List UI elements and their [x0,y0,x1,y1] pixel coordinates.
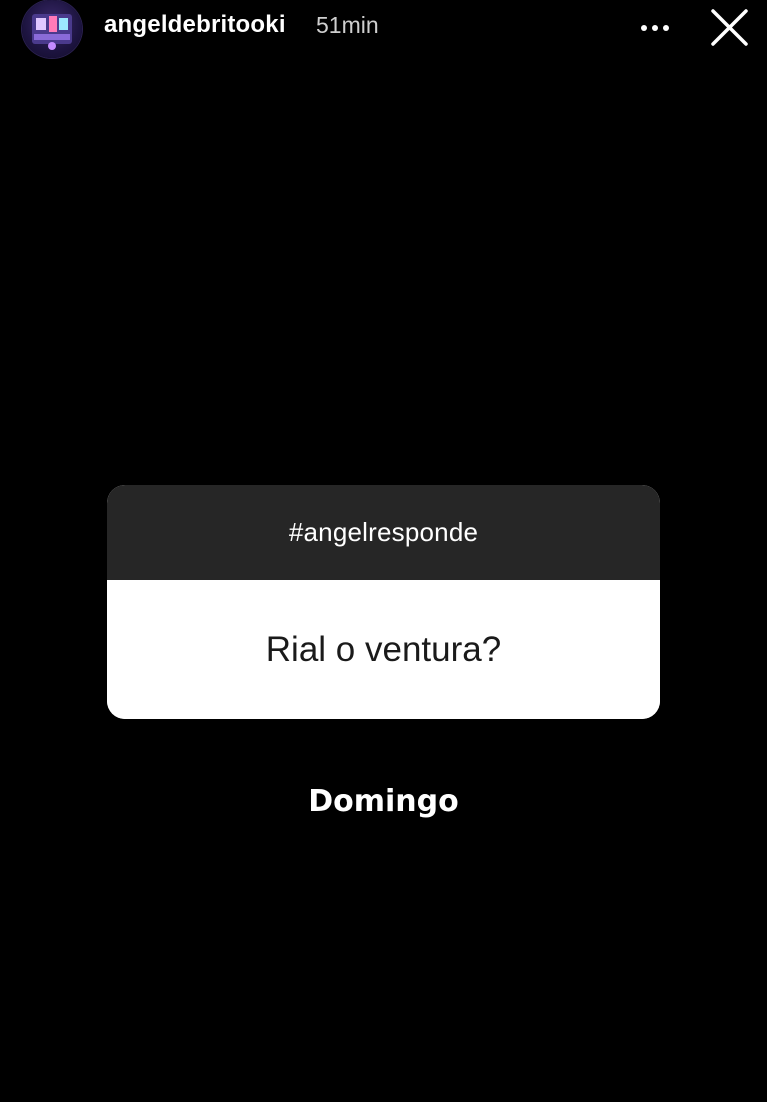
sticker-question: Rial o ventura? [265,629,502,669]
story-timestamp: 51min [316,12,379,38]
avatar-image-icon [32,14,72,50]
close-icon [711,9,748,46]
more-options-button[interactable] [634,8,678,48]
question-sticker: #angelresponde Rial o ventura? [107,485,660,719]
answer-text: Domingo [308,784,459,819]
sticker-header: #angelresponde [107,485,660,580]
close-button[interactable] [706,6,752,50]
more-options-icon [641,25,669,31]
sticker-prompt: #angelresponde [288,517,479,547]
story-header: angeldebritooki 51min [0,0,767,60]
username[interactable]: angeldebritooki [104,11,286,39]
profile-avatar[interactable] [22,0,82,58]
sticker-body: Rial o ventura? [107,580,660,719]
